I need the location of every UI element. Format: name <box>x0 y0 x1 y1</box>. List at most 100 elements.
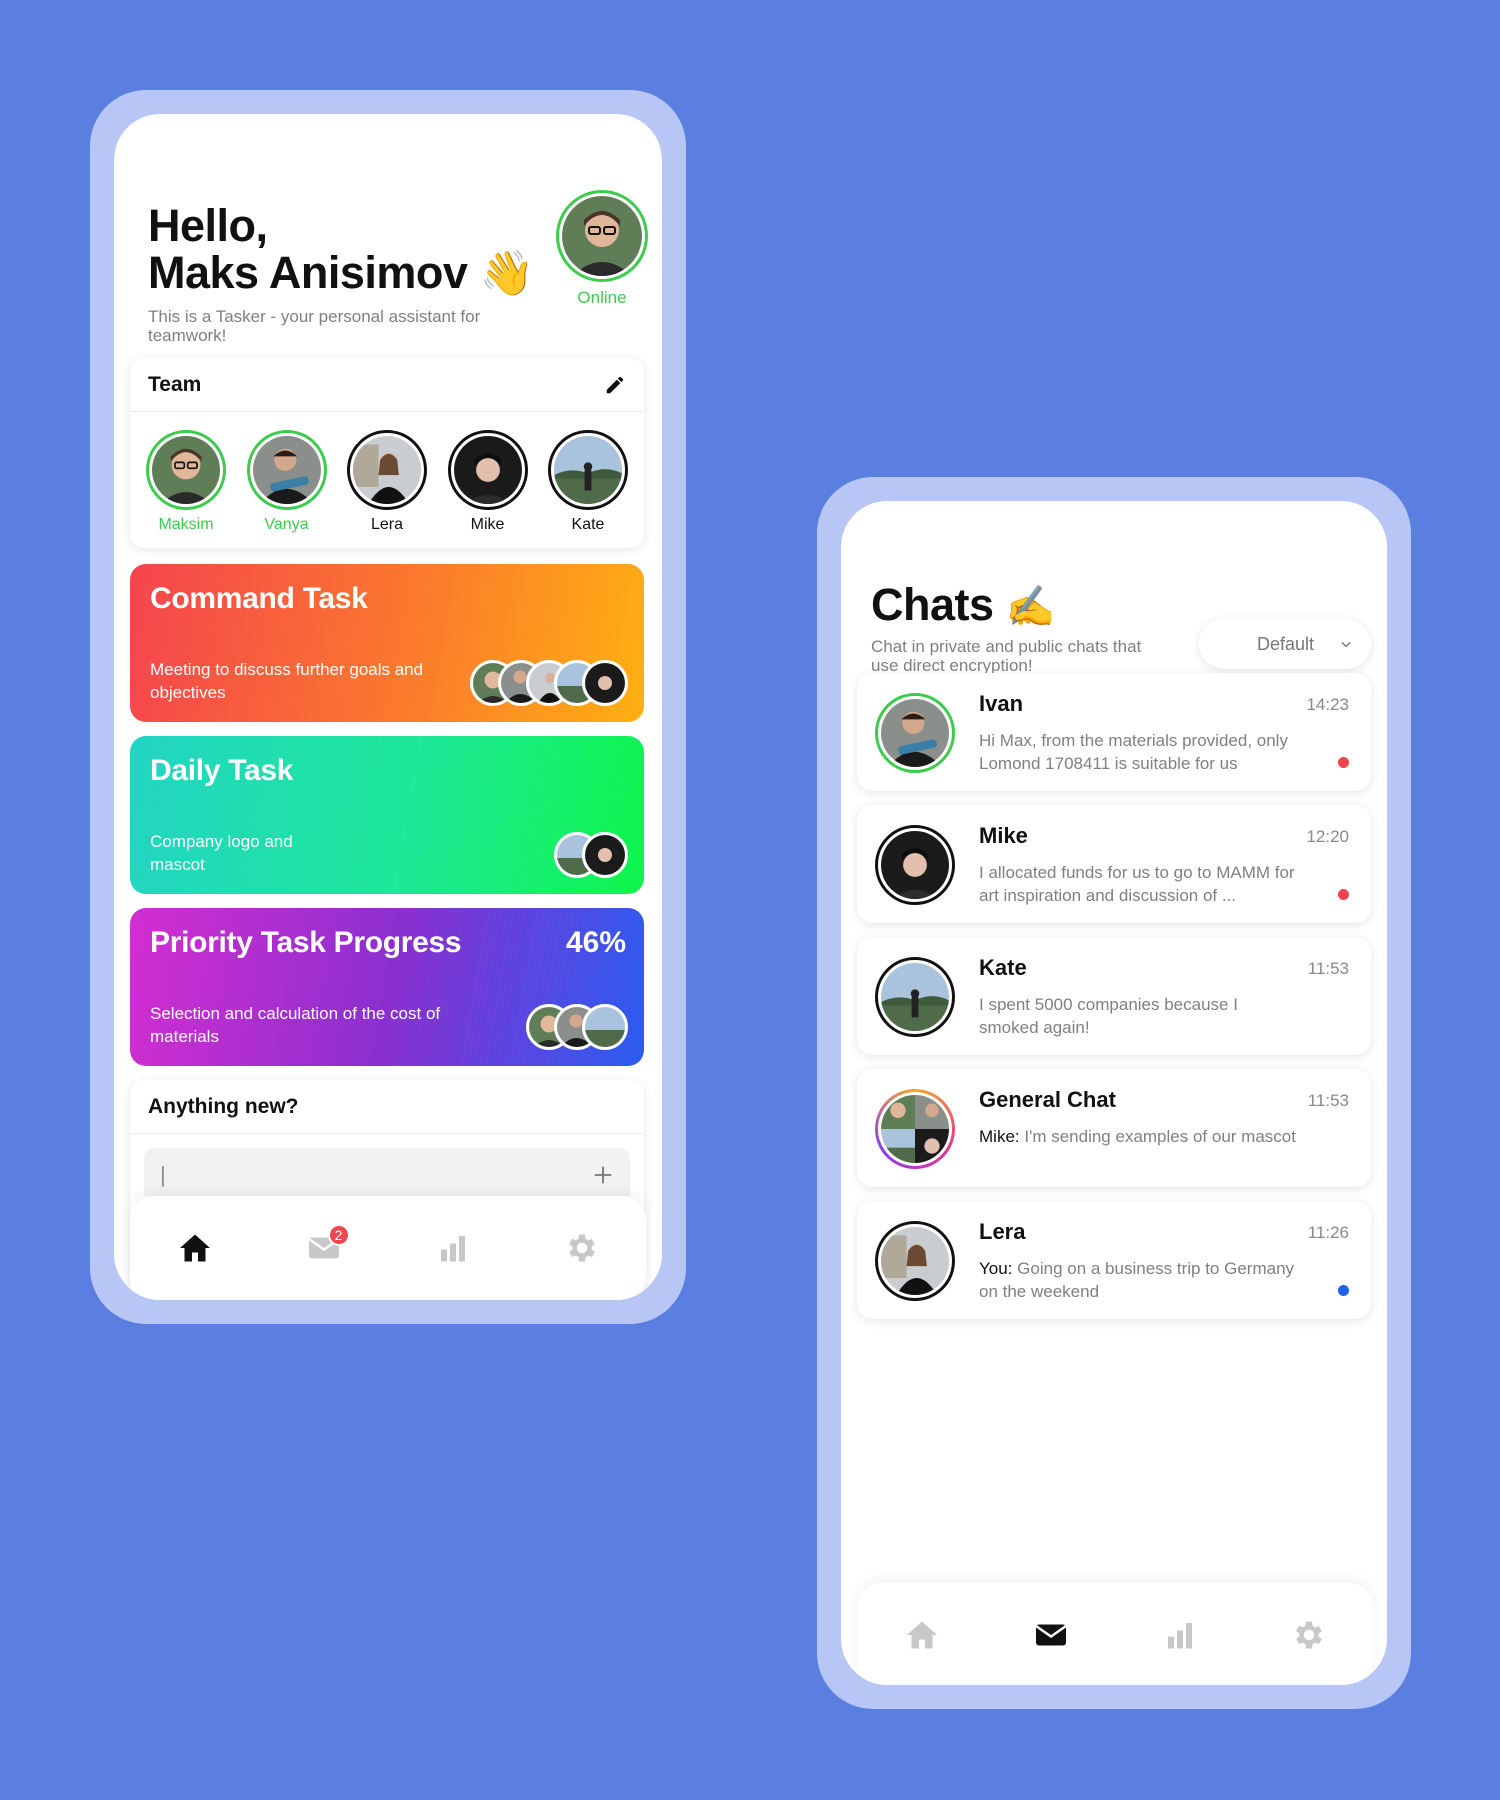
tab-mail[interactable] <box>1021 1605 1081 1665</box>
task-card-daily[interactable]: Daily Task Company logo and mascot <box>130 736 644 894</box>
unread-indicator <box>1338 889 1349 900</box>
member-name: Lera <box>370 516 404 533</box>
profile[interactable]: Online <box>556 190 648 308</box>
composer-input[interactable]: | <box>144 1148 630 1202</box>
sort-dropdown[interactable]: Default <box>1199 619 1371 669</box>
page-title: Chats ✍️ <box>871 579 1055 631</box>
writing-hand-icon: ✍️ <box>1005 585 1056 629</box>
task-progress: 46% <box>565 926 626 959</box>
member-name: Mike <box>470 516 505 533</box>
task-card-command[interactable]: Command Task Meeting to discuss further … <box>130 564 644 722</box>
online-status: Online <box>577 288 627 307</box>
tab-home[interactable] <box>165 1218 225 1278</box>
greeting: Hello, Maks Anisimov 👋 This is a Tasker … <box>148 202 534 345</box>
chevron-down-icon <box>1341 641 1351 648</box>
chat-message: Hi Max, from the materials provided, onl… <box>979 731 1288 773</box>
greeting-subtitle: This is a Tasker - your personal assista… <box>148 307 481 345</box>
chat-item-ivan[interactable]: Ivan 14:23 Hi Max, from the materials pr… <box>857 673 1371 791</box>
greeting-title: Hello, Maks Anisimov 👋 <box>148 202 534 297</box>
member-avatar <box>347 430 427 510</box>
chat-item-mike[interactable]: Mike 12:20 I allocated funds for us to g… <box>857 805 1371 923</box>
chat-sender: You: <box>979 1259 1013 1278</box>
chat-message: Going on a business trip to Germany on t… <box>979 1259 1295 1301</box>
chat-avatar <box>875 1089 955 1169</box>
sort-selected: Default <box>1257 633 1315 654</box>
chat-time: 11:53 <box>1307 1091 1349 1110</box>
task-title: Priority Task Progress <box>150 926 462 959</box>
task-assignees <box>554 832 628 878</box>
pencil-icon[interactable] <box>604 374 626 396</box>
chat-avatar <box>875 693 955 773</box>
team-members: Maksim Vanya Lera Mike Kate <box>130 412 644 534</box>
tab-settings[interactable] <box>552 1218 612 1278</box>
home-phone-frame: Hello, Maks Anisimov 👋 This is a Tasker … <box>90 90 686 1324</box>
chat-name: Lera <box>979 1219 1026 1244</box>
avatar <box>582 1004 628 1050</box>
tab-bar <box>857 1583 1373 1685</box>
avatar <box>152 436 220 504</box>
avatar <box>353 436 421 504</box>
team-member-vanya[interactable]: Vanya <box>246 430 327 534</box>
chat-message: I spent 5000 companies because I smoked … <box>979 995 1238 1037</box>
chat-name: Ivan <box>979 691 1024 716</box>
task-description: Meeting to discuss further goals and obj… <box>150 660 424 702</box>
chats-title-text: Chats <box>871 579 994 630</box>
member-avatar <box>548 430 628 510</box>
chat-name: Mike <box>979 823 1028 848</box>
member-avatar <box>246 430 327 510</box>
plus-icon[interactable] <box>592 1164 614 1186</box>
team-member-mike[interactable]: Mike <box>447 430 528 534</box>
chat-preview: I spent 5000 companies because I smoked … <box>979 993 1299 1039</box>
team-header: Team <box>130 358 644 412</box>
chat-item-general[interactable]: General Chat 11:53 Mike: I'm sending exa… <box>857 1069 1371 1187</box>
task-title: Command Task <box>150 582 368 615</box>
task-description: Company logo and mascot <box>150 832 293 874</box>
tab-mail[interactable]: 2 <box>294 1218 354 1278</box>
chat-time: 12:20 <box>1306 827 1349 846</box>
task-title: Daily Task <box>150 754 294 787</box>
member-name: Kate <box>571 516 605 533</box>
tab-stats[interactable] <box>1150 1605 1210 1665</box>
chat-name: General Chat <box>979 1087 1116 1112</box>
user-name: Maks Anisimov <box>148 247 468 298</box>
avatar <box>881 1227 949 1295</box>
team-member-maksim[interactable]: Maksim <box>146 430 226 534</box>
unread-indicator <box>1338 757 1349 768</box>
chat-name: Kate <box>979 955 1027 980</box>
chart-icon <box>440 1236 465 1262</box>
chat-avatar <box>875 1221 955 1301</box>
chat-avatar <box>875 825 955 905</box>
member-avatar <box>146 430 226 510</box>
unread-badge: 2 <box>327 1224 350 1246</box>
tab-settings[interactable] <box>1279 1605 1339 1665</box>
gear-icon <box>568 1234 595 1262</box>
chat-time: 11:53 <box>1307 959 1349 978</box>
task-card-priority[interactable]: Priority Task Progress 46% Selection and… <box>130 908 644 1066</box>
avatar <box>881 699 949 767</box>
avatar <box>881 963 949 1031</box>
tab-stats[interactable] <box>423 1218 483 1278</box>
chat-item-lera[interactable]: Lera 11:26 You: Going on a business trip… <box>857 1201 1371 1319</box>
chats-phone-frame: Chats ✍️ Chat in private and public chat… <box>817 477 1411 1709</box>
avatar <box>453 436 522 504</box>
task-description: Selection and calculation of the cost of… <box>150 1004 441 1046</box>
mail-icon <box>1034 1624 1067 1646</box>
composer-title: Anything new? <box>130 1080 644 1134</box>
team-member-kate[interactable]: Kate <box>548 430 628 534</box>
home-icon <box>179 1234 210 1262</box>
avatar <box>582 832 628 878</box>
gear-icon <box>1295 1621 1322 1649</box>
task-assignees <box>526 1004 628 1050</box>
profile-avatar[interactable] <box>556 190 648 282</box>
tab-home[interactable] <box>892 1605 952 1665</box>
avatar <box>554 436 622 504</box>
chat-time: 11:26 <box>1307 1223 1349 1242</box>
team-member-lera[interactable]: Lera <box>347 430 427 534</box>
avatar <box>562 196 642 276</box>
avatar <box>252 436 321 504</box>
chat-item-kate[interactable]: Kate 11:53 I spent 5000 companies becaus… <box>857 937 1371 1055</box>
member-name: Maksim <box>158 516 214 533</box>
task-assignees <box>470 660 628 706</box>
tab-bar: 2 <box>130 1196 646 1300</box>
chat-message: I'm sending examples of our mascot <box>1024 1127 1296 1146</box>
